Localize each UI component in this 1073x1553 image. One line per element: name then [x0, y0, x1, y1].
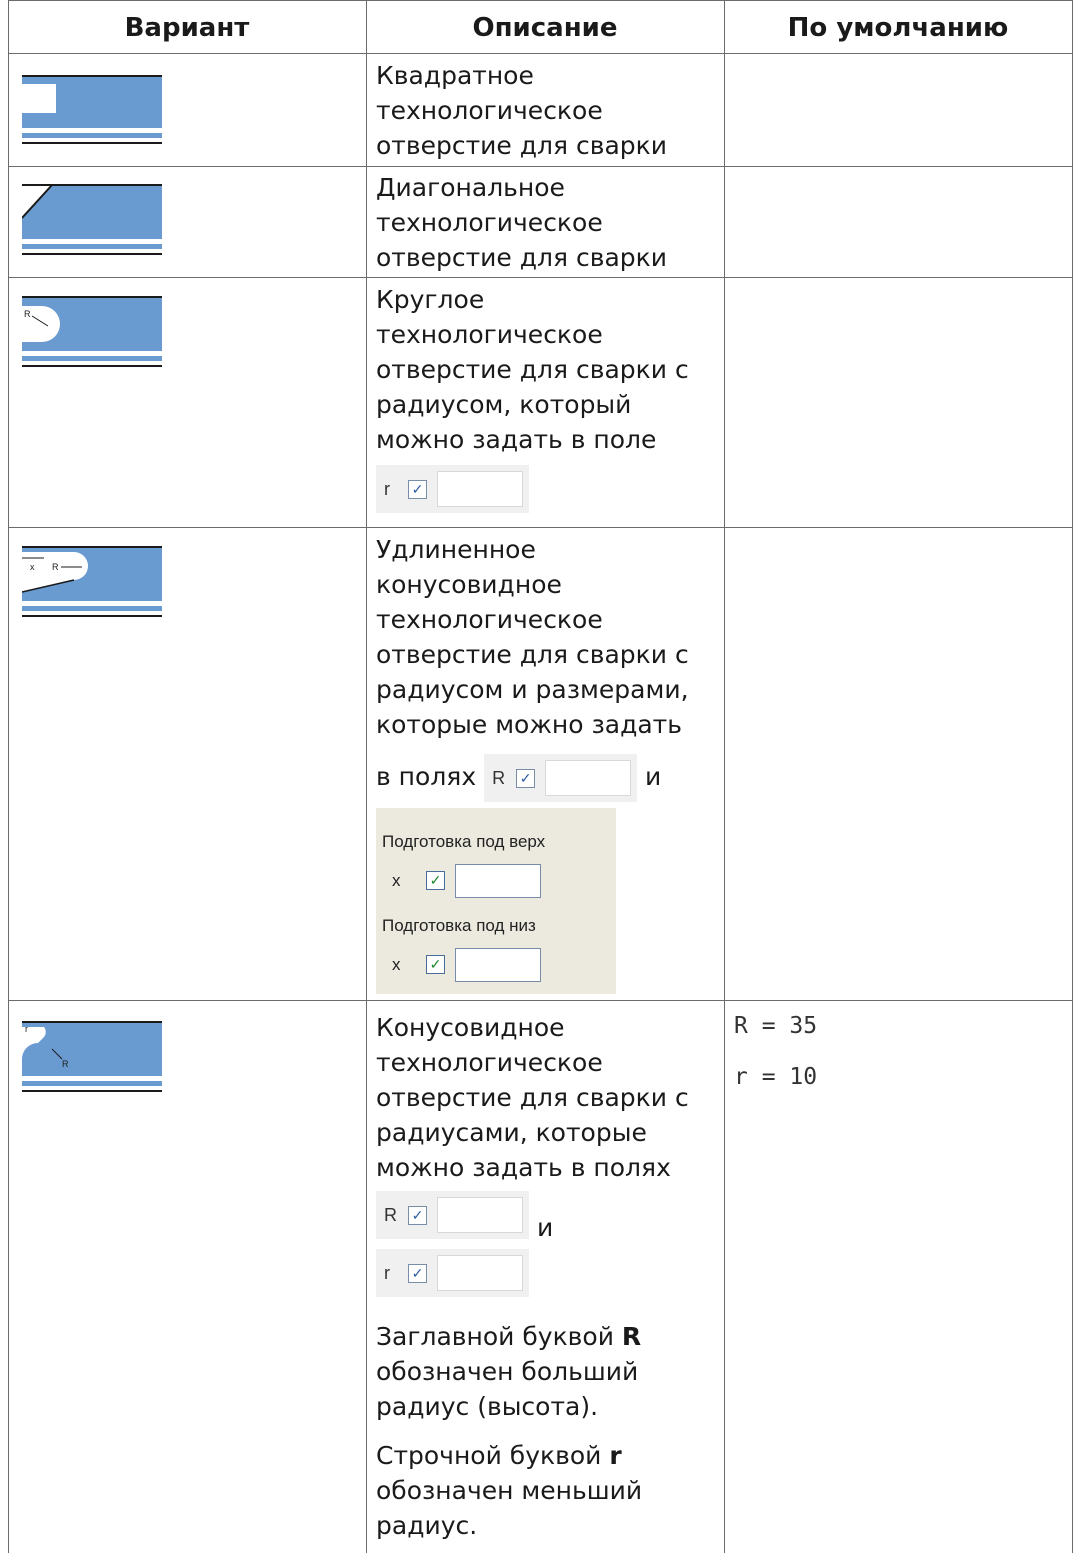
- prep-bottom-row: x ✓: [392, 947, 602, 982]
- radius-input[interactable]: [437, 471, 523, 507]
- radius-checkbox[interactable]: ✓: [408, 1205, 427, 1225]
- prep-bottom-checkbox[interactable]: ✓: [426, 955, 445, 974]
- default-R-value: R = 35: [734, 1013, 818, 1039]
- radius-field-r: r ✓: [376, 465, 716, 513]
- fields-line: в полях R ✓ и: [376, 754, 716, 802]
- row-2-description: Диагональное технологическое отверстие д…: [376, 173, 667, 272]
- in-fields-text: в полях: [376, 762, 477, 791]
- row-4-description: Удлиненное конусовидное технологическое …: [376, 532, 716, 994]
- row-5-description: Конусовидное технологическое отверстие д…: [376, 1010, 716, 1543]
- row-divider: [8, 53, 1073, 54]
- row-1-description: Квадратное технологическое отверстие для…: [376, 61, 667, 160]
- radius-field-R-control: R ✓: [484, 754, 638, 802]
- row-divider: [8, 166, 1073, 167]
- row-5-text: Конусовидное технологическое отверстие д…: [376, 1013, 689, 1182]
- and-text: и: [536, 1213, 554, 1242]
- row-4-text: Удлиненное конусовидное технологическое …: [376, 535, 689, 739]
- radius-checkbox[interactable]: ✓: [408, 479, 427, 499]
- radius-field-label: R: [492, 767, 506, 788]
- small-radius-line: r ✓: [376, 1249, 716, 1297]
- radius-checkbox[interactable]: ✓: [408, 1263, 427, 1283]
- elongated-cone-weld-hole-icon: x R: [22, 546, 162, 617]
- cone-weld-hole-icon: r R: [22, 1021, 162, 1092]
- prep-top-title: Подготовка под верх: [382, 832, 546, 851]
- row-3-text: Круглое технологическое отверстие для св…: [376, 285, 689, 454]
- radius-field-label: R: [384, 1204, 397, 1225]
- radius-field-label: r: [384, 478, 390, 499]
- row-divider: [8, 0, 1073, 1]
- row-divider: [8, 1000, 1073, 1001]
- prep-top-row: x ✓: [392, 863, 602, 898]
- icon-label-radius: R: [24, 309, 31, 319]
- column-divider: [366, 0, 367, 1553]
- radius-field-r-control: r ✓: [376, 465, 529, 513]
- prep-bottom-x-label: x: [392, 955, 401, 974]
- row-3-description: Круглое технологическое отверстие для св…: [376, 282, 716, 513]
- row-divider: [8, 277, 1073, 278]
- round-weld-hole-icon: R: [22, 296, 162, 367]
- radius-checkbox[interactable]: ✓: [516, 768, 536, 788]
- icon-label-small-r: r: [25, 1024, 28, 1034]
- note-big-radius: Заглавной буквой R обозначен больший рад…: [376, 1322, 642, 1421]
- prep-bottom-input[interactable]: [455, 947, 541, 982]
- prep-top-input[interactable]: [455, 863, 541, 898]
- big-radius-line: R ✓ и: [376, 1191, 716, 1242]
- radius-input[interactable]: [437, 1197, 523, 1233]
- header-default: По умолчанию: [787, 13, 1009, 43]
- radius-input[interactable]: [545, 760, 632, 796]
- radius-field-label: r: [384, 1262, 390, 1283]
- square-weld-hole-icon: [22, 75, 162, 144]
- row-divider: [8, 527, 1073, 528]
- diagonal-weld-hole-icon: [22, 184, 162, 255]
- default-r-value: r = 10: [734, 1064, 818, 1090]
- icon-label-x: x: [30, 562, 35, 572]
- table-border-left: [8, 0, 9, 1553]
- radius-input[interactable]: [437, 1255, 523, 1291]
- header-variant: Вариант: [124, 13, 250, 43]
- radius-field-R-control: R ✓: [376, 1191, 529, 1239]
- icon-label-radius: R: [52, 562, 59, 572]
- and-text: и: [645, 762, 662, 791]
- note-small-radius: Строчной буквой r обозначен меньший ради…: [376, 1441, 643, 1540]
- options-table: Вариант Описание По умолчанию Квадратное…: [8, 0, 1073, 1553]
- prep-top-checkbox[interactable]: ✓: [426, 871, 445, 890]
- icon-label-big-R: R: [62, 1059, 69, 1069]
- header-description: Описание: [472, 13, 618, 43]
- prep-bottom-title: Подготовка под низ: [382, 916, 536, 935]
- preparation-panel: Подготовка под верх x ✓ Подготовка под н…: [376, 808, 616, 994]
- radius-field-r-control: r ✓: [376, 1249, 529, 1297]
- column-divider: [724, 0, 725, 1553]
- prep-top-x-label: x: [392, 871, 401, 890]
